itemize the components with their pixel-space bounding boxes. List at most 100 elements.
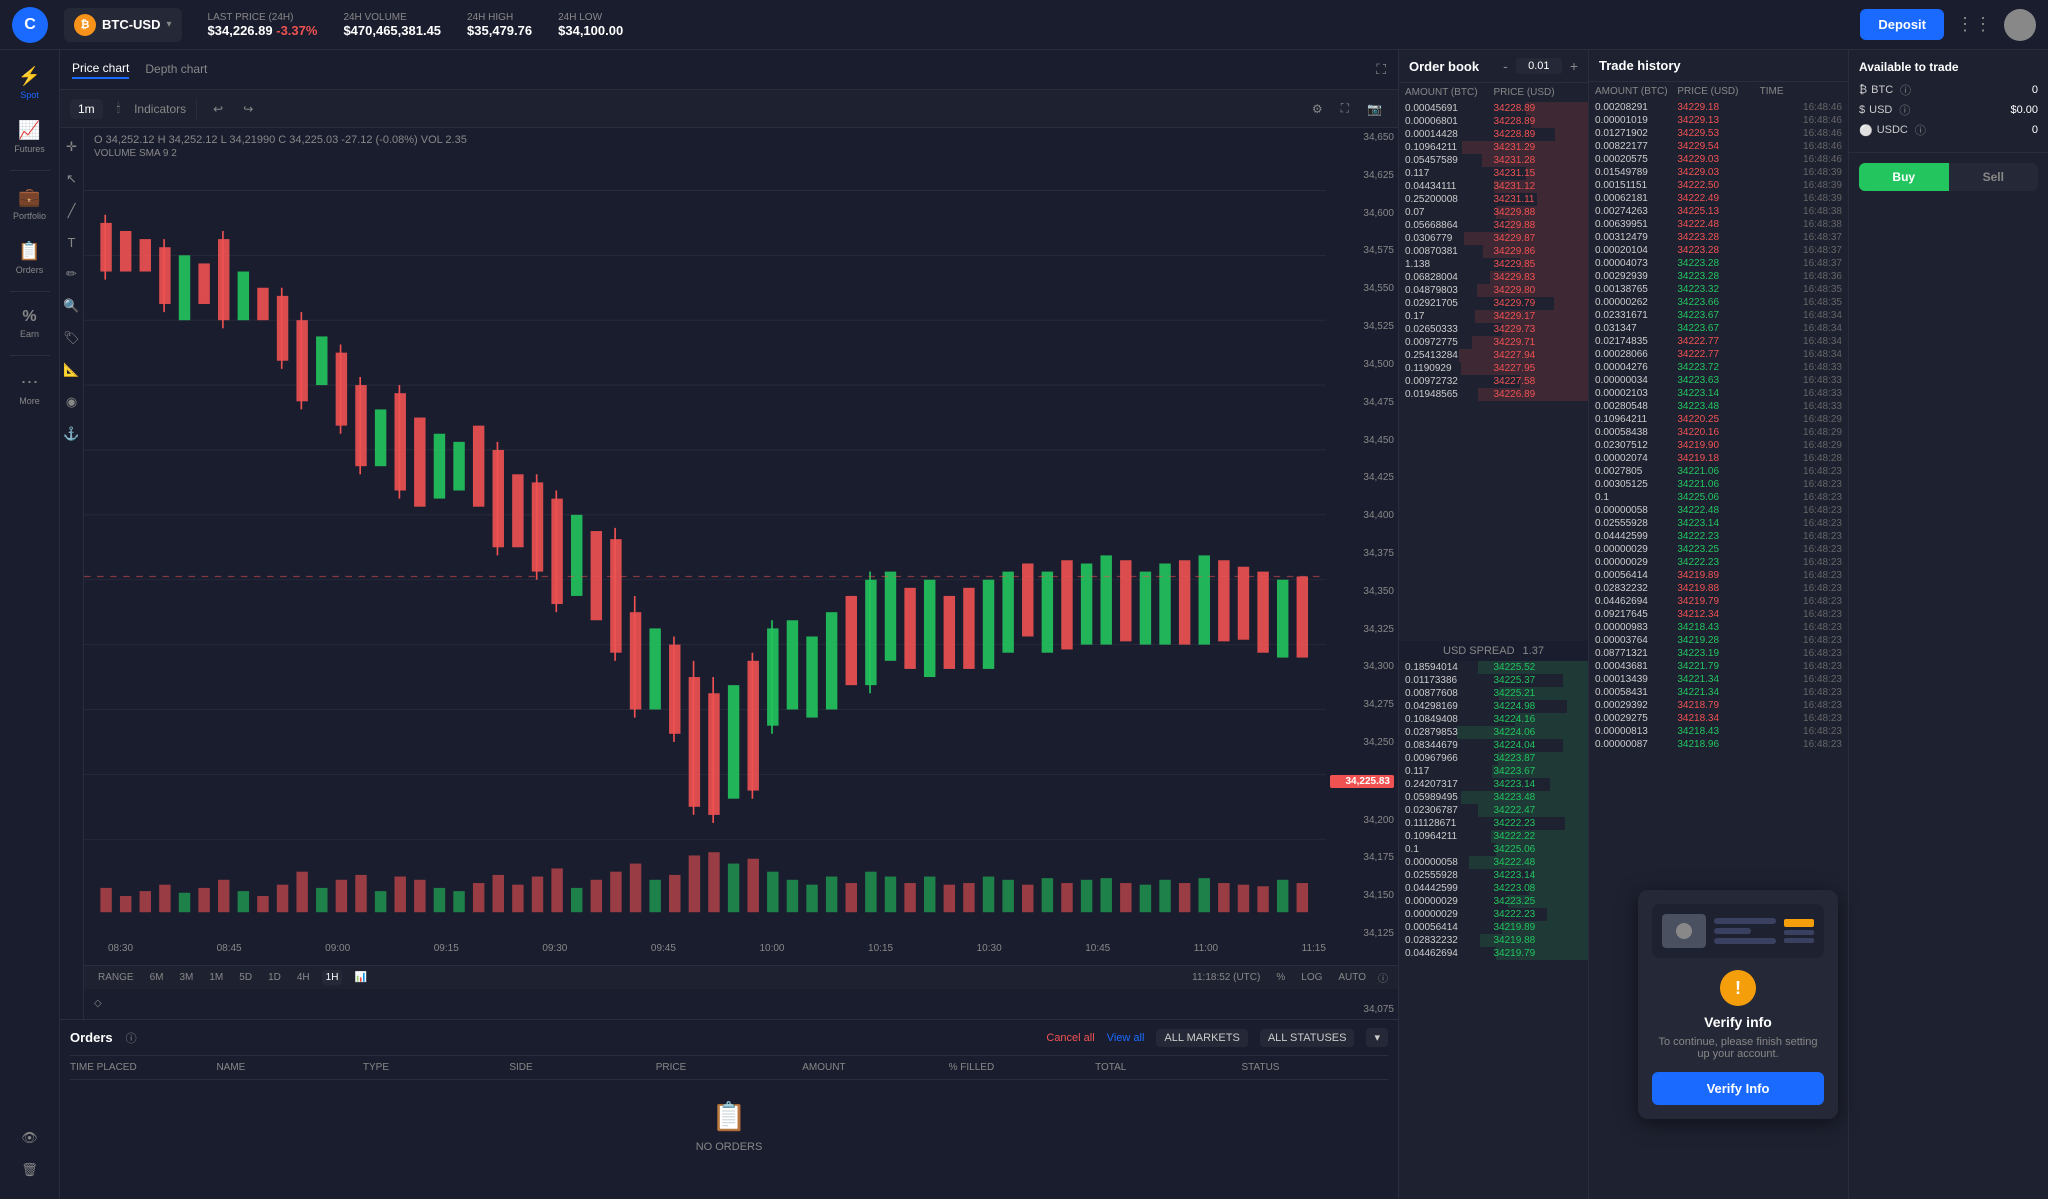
more-filters-button[interactable]: ▾ (1366, 1028, 1388, 1047)
ob-ask-row[interactable]: 0.00972732 34227.58 (1399, 375, 1588, 388)
log-btn[interactable]: LOG (1301, 972, 1322, 983)
search-tool[interactable]: 🔍 (60, 295, 82, 317)
ob-bid-row[interactable]: 0.117 34223.67 (1399, 765, 1588, 778)
ob-ask-row[interactable]: 0.00014428 34228.89 (1399, 128, 1588, 141)
timeframe-1m-button[interactable]: 1m (70, 99, 103, 119)
sell-tab[interactable]: Sell (1949, 163, 2039, 191)
line-tool[interactable]: ╱ (65, 200, 79, 222)
pair-selector[interactable]: ₿ BTC-USD ▾ (64, 8, 182, 42)
ob-bid-row[interactable]: 0.00877608 34225.21 (1399, 687, 1588, 700)
ob-bid-row[interactable]: 0.02832232 34219.88 (1399, 934, 1588, 947)
anchor-tool[interactable]: ⚓ (60, 423, 82, 445)
eye-icon[interactable]: 👁 (18, 1127, 41, 1149)
ob-ask-row[interactable]: 0.02650333 34229.73 (1399, 323, 1588, 336)
ob-bid-row[interactable]: 0.00056414 34219.89 (1399, 921, 1588, 934)
chart-info-icon[interactable]: ⓘ (1378, 970, 1388, 985)
view-all-button[interactable]: View all (1107, 1032, 1145, 1044)
ob-ask-row[interactable]: 1.138 34229.85 (1399, 258, 1588, 271)
ob-bid-row[interactable]: 0.02555928 34223.14 (1399, 869, 1588, 882)
sidebar-item-earn[interactable]: % Earn (0, 300, 59, 347)
tab-price-chart[interactable]: Price chart (72, 61, 129, 79)
ob-bid-row[interactable]: 0.08344679 34224.04 (1399, 739, 1588, 752)
ob-ask-row[interactable]: 0.1190929 34227.95 (1399, 362, 1588, 375)
indicators-button[interactable]: Indicators (134, 102, 186, 116)
redo-button[interactable]: ↪ (237, 99, 259, 119)
ob-bid-row[interactable]: 0.02306787 34222.47 (1399, 804, 1588, 817)
chart-canvas[interactable]: O 34,252.12 H 34,252.12 L 34,21990 C 34,… (84, 128, 1398, 1019)
range-bar-icon[interactable]: 📊 (354, 972, 366, 983)
ob-bid-row[interactable]: 0.10964211 34222.22 (1399, 830, 1588, 843)
sidebar-item-futures[interactable]: 📈 Futures (0, 112, 59, 162)
ob-bid-row[interactable]: 0.04462694 34219.79 (1399, 947, 1588, 960)
auto-btn[interactable]: AUTO (1338, 972, 1366, 983)
settings-button[interactable]: ⚙ (1306, 99, 1329, 119)
fullscreen-button[interactable]: ⛶ (1335, 98, 1355, 119)
ob-bid-row[interactable]: 0.04442599 34223.08 (1399, 882, 1588, 895)
range-6m[interactable]: 6M (146, 970, 168, 985)
ob-ask-row[interactable]: 0.07 34229.88 (1399, 206, 1588, 219)
sidebar-item-spot[interactable]: ⚡ Spot (0, 58, 59, 108)
crosshair-tool[interactable]: ✛ (63, 136, 80, 158)
pencil-tool[interactable]: ✏ (63, 263, 80, 285)
measure-tool[interactable]: 📐 (60, 359, 82, 381)
ob-ask-row[interactable]: 0.01948565 34226.89 (1399, 388, 1588, 401)
ob-bid-row[interactable]: 0.1 34225.06 (1399, 843, 1588, 856)
ob-bid-row[interactable]: 0.05989495 34223.48 (1399, 791, 1588, 804)
verify-button[interactable]: Verify Info (1652, 1072, 1824, 1105)
sidebar-item-more[interactable]: ⋯ More (0, 364, 59, 414)
sidebar-item-portfolio[interactable]: 💼 Portfolio (0, 179, 59, 229)
tab-depth-chart[interactable]: Depth chart (145, 62, 207, 78)
ob-ask-row[interactable]: 0.25413284 34227.94 (1399, 349, 1588, 362)
ob-ask-row[interactable]: 0.00045691 34228.89 (1399, 102, 1588, 115)
tag-tool[interactable]: 🏷 (60, 327, 83, 349)
statuses-filter-button[interactable]: ALL STATUSES (1260, 1029, 1355, 1047)
ob-ask-row[interactable]: 0.17 34229.17 (1399, 310, 1588, 323)
ob-bid-row[interactable]: 0.00000029 34223.25 (1399, 895, 1588, 908)
range-5d[interactable]: 5D (235, 970, 256, 985)
expand-icon[interactable]: ⛶ (1376, 61, 1386, 78)
crosshair-icon[interactable]: ◇ (94, 998, 102, 1009)
ob-ask-row[interactable]: 0.05668864 34229.88 (1399, 219, 1588, 232)
ob-bid-row[interactable]: 0.00000058 34222.48 (1399, 856, 1588, 869)
ob-bid-row[interactable]: 0.00000029 34222.23 (1399, 908, 1588, 921)
undo-button[interactable]: ↩ (207, 99, 229, 119)
grid-icon[interactable]: ⋮⋮ (1956, 14, 1992, 35)
usd-info-icon[interactable]: ⓘ (1899, 102, 1910, 118)
ob-ask-row[interactable]: 0.0306779 34229.87 (1399, 232, 1588, 245)
ob-ask-row[interactable]: 0.117 34231.15 (1399, 167, 1588, 180)
deposit-button[interactable]: Deposit (1860, 9, 1944, 40)
ob-bid-row[interactable]: 0.02879853 34224.06 (1399, 726, 1588, 739)
logo-icon[interactable]: C (12, 7, 48, 43)
ob-ask-row[interactable]: 0.00972775 34229.71 (1399, 336, 1588, 349)
range-1m[interactable]: 1M (205, 970, 227, 985)
ob-ask-row[interactable]: 0.00006801 34228.89 (1399, 115, 1588, 128)
orders-info-icon[interactable]: ⓘ (126, 1030, 137, 1046)
compass-tool[interactable]: ◉ (63, 391, 80, 413)
ob-ask-row[interactable]: 0.00870381 34229.86 (1399, 245, 1588, 258)
cursor-tool[interactable]: ↖ (63, 168, 80, 190)
ob-minus-button[interactable]: - (1503, 58, 1508, 74)
avatar[interactable] (2004, 9, 2036, 41)
range-4h[interactable]: 4H (293, 970, 314, 985)
ob-ask-row[interactable]: 0.10964211 34231.29 (1399, 141, 1588, 154)
ob-bid-row[interactable]: 0.11128671 34222.23 (1399, 817, 1588, 830)
ob-spread-input[interactable] (1516, 58, 1562, 74)
ob-ask-row[interactable]: 0.02921705 34229.79 (1399, 297, 1588, 310)
buy-tab[interactable]: Buy (1859, 163, 1949, 191)
candle-type-button[interactable]: 🕯 (111, 98, 126, 119)
ob-bid-row[interactable]: 0.00967966 34223.87 (1399, 752, 1588, 765)
btc-info-icon[interactable]: ⓘ (1900, 82, 1911, 98)
ob-bid-row[interactable]: 0.10849408 34224.16 (1399, 713, 1588, 726)
ob-plus-button[interactable]: + (1570, 58, 1578, 74)
ob-ask-row[interactable]: 0.25200008 34231.11 (1399, 193, 1588, 206)
ob-ask-row[interactable]: 0.04879803 34229.80 (1399, 284, 1588, 297)
markets-filter-button[interactable]: ALL MARKETS (1156, 1029, 1247, 1047)
ob-bid-row[interactable]: 0.01173386 34225.37 (1399, 674, 1588, 687)
ob-bid-row[interactable]: 0.18594014 34225.52 (1399, 661, 1588, 674)
usdc-info-icon[interactable]: ⓘ (1915, 122, 1926, 138)
range-1h[interactable]: 1H (322, 970, 343, 985)
ob-ask-row[interactable]: 0.04434111 34231.12 (1399, 180, 1588, 193)
sidebar-item-orders[interactable]: 📋 Orders (0, 233, 59, 283)
ob-ask-row[interactable]: 0.06828004 34229.83 (1399, 271, 1588, 284)
trash-icon[interactable]: 🗑 (18, 1159, 41, 1181)
